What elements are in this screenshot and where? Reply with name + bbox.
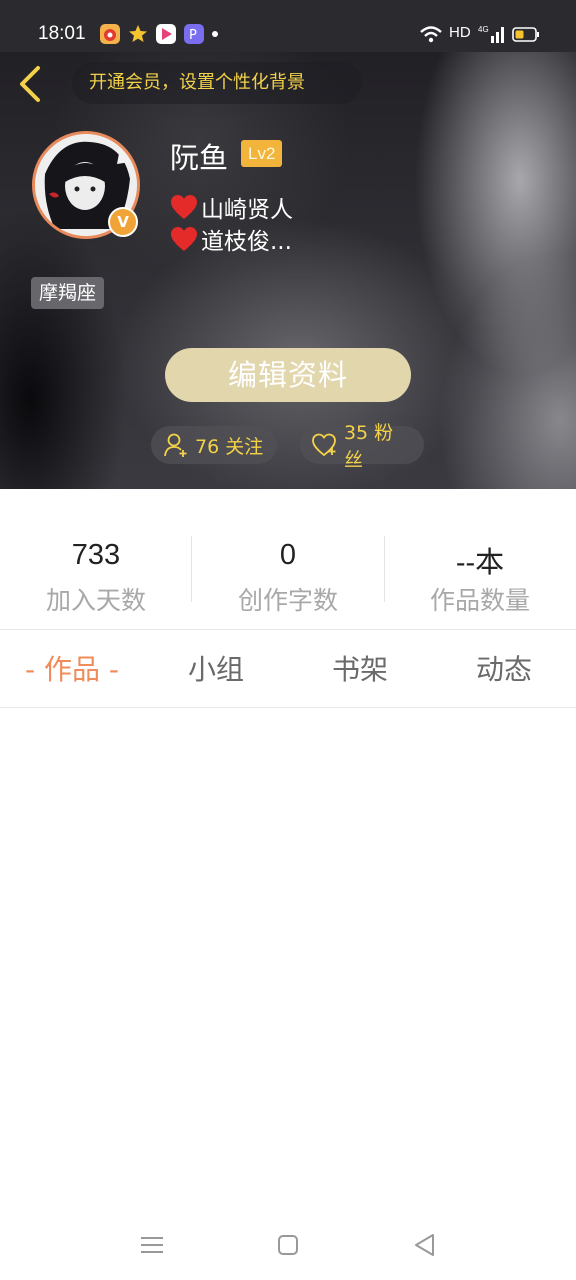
favorite-person-2: 道枝俊... xyxy=(170,222,292,256)
stat-value: 733 xyxy=(71,539,121,571)
profile-header: 18:01 P HD 4G 开通会员，设置个性化背景 V 阮鱼 Lv2 山崎贤人… xyxy=(0,0,576,489)
tab-groups[interactable]: 小组 xyxy=(144,631,288,708)
tab-bookshelf[interactable]: 书架 xyxy=(288,631,432,708)
status-time: 18:01 xyxy=(38,23,86,44)
back-triangle-icon xyxy=(415,1234,434,1256)
stat-words-written: 0 创作字数 xyxy=(192,489,384,630)
svg-text:P: P xyxy=(189,28,197,43)
weibo-app-icon xyxy=(100,24,120,44)
stat-days-joined: 733 加入天数 xyxy=(0,489,192,630)
video-app-icon xyxy=(156,24,176,44)
stats-row: 733 加入天数 0 创作字数 --本 作品数量 xyxy=(0,489,576,630)
star-app-icon xyxy=(128,24,148,44)
home-nav-button[interactable] xyxy=(273,1230,303,1260)
stat-label: 创作字数 xyxy=(237,586,338,615)
verified-badge: V xyxy=(108,207,138,237)
home-square-icon xyxy=(278,1235,298,1255)
edit-profile-button[interactable]: 编辑资料 xyxy=(165,348,411,402)
followers-count: 35 粉丝 xyxy=(343,422,394,471)
menu-icon xyxy=(141,1237,163,1253)
profile-tabs: - 作品 - 小组 书架 动态 xyxy=(0,631,576,708)
stat-value: 0 xyxy=(279,539,297,571)
tab-works[interactable]: - 作品 - xyxy=(0,631,144,708)
level-badge: Lv2 xyxy=(241,140,283,167)
zodiac-tag: 摩羯座 xyxy=(31,277,105,309)
stat-label: 加入天数 xyxy=(45,586,146,615)
battery-icon xyxy=(512,27,540,47)
following-count: 76 关注 xyxy=(195,435,264,458)
stat-value: --本 xyxy=(455,547,505,579)
system-nav-bar xyxy=(0,1210,576,1280)
back-button[interactable] xyxy=(14,62,50,106)
heart-icon xyxy=(171,227,197,251)
followers-button[interactable]: 35 粉丝 xyxy=(300,422,424,471)
following-button[interactable]: 76 关注 xyxy=(151,426,277,464)
add-user-icon xyxy=(164,433,187,457)
wifi-icon xyxy=(420,25,442,47)
notification-dot xyxy=(212,31,218,37)
heart-outline-icon xyxy=(312,433,336,457)
chevron-left-icon xyxy=(20,66,40,102)
heart-icon xyxy=(171,195,197,219)
tab-activity[interactable]: 动态 xyxy=(432,631,576,708)
photo-app-icon: P xyxy=(184,24,204,44)
stat-works-count: --本 作品数量 xyxy=(384,489,576,630)
username: 阮鱼 xyxy=(170,141,229,175)
back-nav-button[interactable] xyxy=(410,1230,440,1260)
stat-label: 作品数量 xyxy=(429,586,530,615)
network-label: HD xyxy=(449,24,471,41)
status-bar: 18:01 P HD 4G xyxy=(0,0,576,52)
menu-nav-button[interactable] xyxy=(137,1230,167,1260)
vip-banner[interactable]: 开通会员，设置个性化背景 xyxy=(72,62,362,104)
favorite-name: 山崎贤人 xyxy=(201,197,293,223)
svg-text:4G: 4G xyxy=(478,25,489,34)
signal-icon: 4G xyxy=(478,24,504,48)
favorite-name: 道枝俊... xyxy=(201,229,292,255)
favorite-person-1: 山崎贤人 xyxy=(170,190,293,224)
